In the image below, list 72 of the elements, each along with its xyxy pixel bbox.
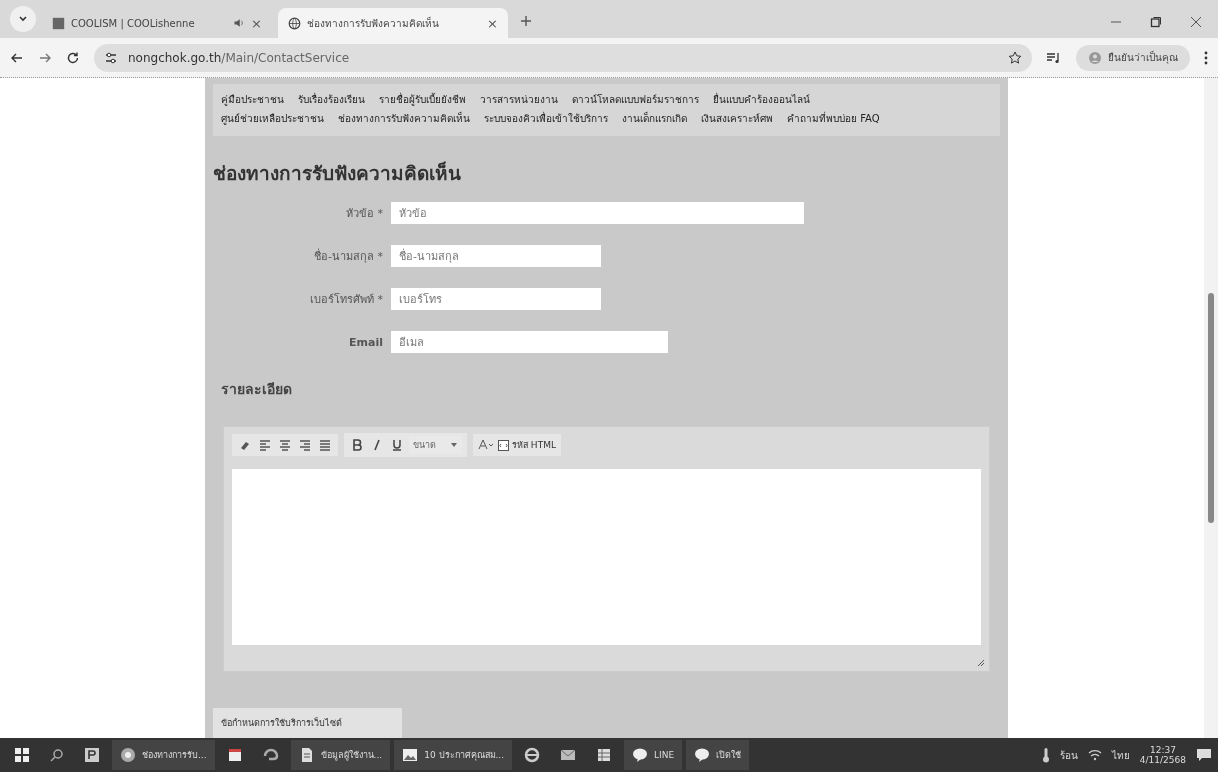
input-field[interactable]: หัวข้อ bbox=[391, 202, 804, 224]
address-bar[interactable]: nongchok.go.th/Main/ContactService bbox=[94, 43, 1032, 72]
menu-link[interactable]: รายชื่อผู้รับเบี้ยยังชีพ bbox=[379, 92, 466, 107]
language-indicator[interactable]: ไทย bbox=[1111, 747, 1130, 763]
menu-link[interactable]: ศูนย์ช่วยเหลือประชาชน bbox=[221, 111, 324, 126]
field-label: Email bbox=[348, 335, 383, 349]
close-tab-icon[interactable]: × bbox=[251, 15, 262, 31]
tab-search-button[interactable] bbox=[10, 6, 36, 32]
browser-tab[interactable]: ช่องทางการรับฟังความคิดเห็น × bbox=[278, 8, 508, 38]
section-heading: รายละเอียด bbox=[221, 380, 293, 399]
menu-link[interactable]: เงินสงเคราะห์ศพ bbox=[701, 111, 773, 126]
menu-link[interactable]: วารสารหน่วยงาน bbox=[480, 92, 558, 107]
wifi-icon[interactable] bbox=[1087, 749, 1102, 761]
menu-link[interactable]: ช่องทางการรับฟังความคิดเห็น bbox=[338, 111, 470, 126]
calendar-icon bbox=[226, 747, 243, 763]
envelope-icon bbox=[560, 747, 577, 763]
swirl-icon bbox=[262, 747, 279, 763]
close-icon[interactable] bbox=[1190, 16, 1202, 28]
taskbar-app[interactable]: 10 ประกาศคุณสม... bbox=[394, 740, 513, 770]
align-icon[interactable] bbox=[297, 437, 313, 453]
globe-icon bbox=[288, 16, 301, 30]
field-label: เบอร์โทรศัพท์ * bbox=[309, 292, 383, 308]
caret-icon bbox=[450, 441, 458, 449]
chat-bubble-icon bbox=[694, 747, 711, 763]
clock[interactable]: 12:37 4/11/2568 bbox=[1139, 745, 1186, 765]
page-title: ช่องทางการรับฟังความคิดเห็น bbox=[213, 160, 462, 186]
more-menu-icon[interactable] bbox=[1204, 50, 1208, 65]
avatar-icon bbox=[1088, 50, 1102, 65]
scrollbar[interactable] bbox=[1204, 78, 1218, 738]
image-icon bbox=[402, 747, 419, 763]
taskbar-app[interactable]: LINE bbox=[624, 740, 683, 770]
taskbar-app[interactable]: เปิดใช้ bbox=[686, 740, 750, 770]
taskbar-app[interactable]: ข้อมูลผู้ใช้งาน... bbox=[290, 740, 391, 770]
menu-link[interactable]: คู่มือประชาชน bbox=[221, 92, 284, 107]
align-icon[interactable] bbox=[317, 437, 333, 453]
menu-link[interactable]: รับเรื่องร้องเรียน bbox=[298, 92, 365, 107]
notification-icon[interactable] bbox=[1196, 748, 1212, 762]
url-text: nongchok.go.th/Main/ContactService bbox=[128, 50, 350, 65]
tab-title: COOLISM | COOLishenne bbox=[71, 17, 196, 29]
terms-button[interactable]: ข้อกำหนดการใช้บริการเว็บไซต์ bbox=[213, 708, 402, 738]
media-icon[interactable] bbox=[1046, 50, 1062, 65]
menu-link[interactable]: งานเด็กแรกเกิด bbox=[622, 111, 687, 126]
profile-button[interactable]: ยืนยันว่าเป็นคุณ bbox=[1076, 44, 1190, 71]
site-settings-icon[interactable] bbox=[104, 50, 118, 65]
restore-icon[interactable] bbox=[1150, 16, 1162, 28]
code-icon bbox=[498, 439, 509, 451]
menu-link[interactable]: ระบบจองคิวเพื่อเข้าใช้บริการ bbox=[484, 111, 608, 126]
taskbar-app[interactable]: ช่องทางการรับ... bbox=[112, 740, 215, 770]
p-app-icon bbox=[84, 747, 100, 763]
chevron-down-icon bbox=[18, 14, 28, 24]
weather-text: ร้อน bbox=[1059, 748, 1078, 763]
field-label: ชื่อ-นามสกุล * bbox=[313, 247, 383, 265]
tab-title: ช่องทางการรับฟังความคิดเห็น bbox=[307, 15, 440, 31]
spreadsheet-icon bbox=[596, 747, 613, 763]
chat-bubble-icon bbox=[632, 747, 649, 763]
browser-tab[interactable]: COOLISM | COOLishenne × bbox=[42, 8, 272, 38]
input-field[interactable]: ชื่อ-นามสกุล bbox=[391, 245, 601, 267]
menu-link[interactable]: ดาวน์โหลดแบบฟอร์มราชการ bbox=[572, 92, 699, 107]
reload-button[interactable] bbox=[66, 50, 80, 65]
align-icon[interactable] bbox=[277, 437, 293, 453]
menu-link[interactable]: คำถามที่พบบ่อย FAQ bbox=[787, 111, 880, 126]
menu-link[interactable]: ยื่นแบบคำร้องออนไลน์ bbox=[713, 92, 810, 107]
windows-icon bbox=[14, 747, 30, 763]
field-label: หัวข้อ * bbox=[345, 206, 383, 222]
input-field[interactable]: เบอร์โทร bbox=[391, 288, 601, 310]
resize-handle-icon[interactable] bbox=[977, 659, 985, 667]
align-icon[interactable] bbox=[257, 437, 273, 453]
input-field[interactable]: อีเมล bbox=[391, 331, 668, 353]
search-icon bbox=[50, 748, 64, 762]
close-tab-icon[interactable]: × bbox=[487, 15, 498, 31]
star-icon[interactable] bbox=[1008, 50, 1022, 65]
thermometer-icon bbox=[1041, 747, 1050, 763]
